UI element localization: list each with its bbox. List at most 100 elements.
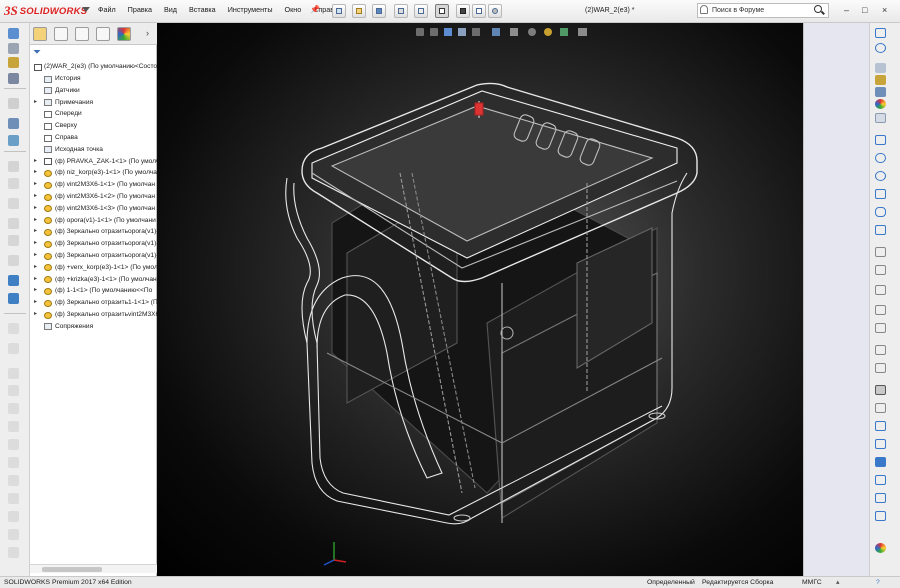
expand-icon[interactable]: ▸ — [34, 285, 37, 297]
smart-fasteners-icon[interactable] — [8, 135, 19, 146]
print-button[interactable] — [394, 4, 408, 18]
expand-icon[interactable]: ▸ — [34, 179, 37, 191]
file-explorer-icon[interactable] — [875, 87, 886, 97]
point-icon[interactable] — [875, 439, 886, 449]
centerline-icon[interactable] — [875, 421, 886, 431]
tree-item[interactable]: ▸ (ф) opora(v1)-1<1> (По умолчани — [30, 215, 157, 227]
sketch-circle-icon[interactable] — [875, 43, 886, 53]
menu-window[interactable]: Окно — [285, 5, 302, 14]
3d-model-view[interactable] — [157, 23, 803, 576]
reference-geometry-icon[interactable] — [8, 218, 19, 229]
tree-item[interactable]: ▸ (ф) PRAVKA_ZAK-1<1> (По умолч — [30, 156, 157, 168]
construction-geometry-icon[interactable] — [875, 493, 886, 503]
smart-dimension-icon[interactable] — [8, 28, 19, 39]
exploded-view-icon[interactable] — [8, 275, 19, 286]
expand-icon[interactable]: ▸ — [34, 250, 37, 262]
tree-item[interactable]: Исходная точка — [30, 144, 157, 156]
update-speedpak-icon[interactable] — [8, 323, 19, 334]
solidworks-logo[interactable]: 3S SOLIDWORKS — [4, 3, 87, 19]
undo-button[interactable] — [414, 4, 428, 18]
tool-icon-7[interactable] — [8, 475, 19, 486]
resources-icon[interactable] — [875, 63, 886, 73]
expand-icon[interactable]: ▸ — [34, 297, 37, 309]
menu-view[interactable]: Вид — [164, 5, 177, 14]
search-icon[interactable] — [814, 5, 822, 13]
tree-item[interactable]: ▸ (ф) Зеркально отразитьvint2M3X6 — [30, 309, 157, 321]
open-document-button[interactable] — [352, 4, 366, 18]
tab-configuration-manager[interactable] — [75, 27, 89, 41]
sketch-arc-icon[interactable] — [875, 171, 886, 181]
tree-item[interactable]: Сопряжения — [30, 321, 157, 333]
save-button[interactable] — [372, 4, 386, 18]
tree-item[interactable]: ▸ (ф) Зеркально отразитьopora(v1)- — [30, 250, 157, 262]
units-selector[interactable]: ММГС — [802, 577, 822, 588]
assembly-features-icon[interactable] — [8, 57, 19, 68]
horizontal-scrollbar[interactable] — [30, 564, 157, 573]
tool-icon-2[interactable] — [8, 385, 19, 396]
tool-icon-6[interactable] — [8, 457, 19, 468]
scrollbar-thumb[interactable] — [42, 567, 102, 572]
sketch-fillet-icon[interactable] — [875, 457, 886, 467]
tool-icon-10[interactable] — [8, 529, 19, 540]
sketch-spline-icon[interactable] — [875, 207, 886, 217]
convert-entities-icon[interactable] — [875, 265, 886, 275]
tool-icon-1[interactable] — [8, 368, 19, 379]
sketch-line-icon[interactable] — [875, 28, 886, 38]
tool-icon-5[interactable] — [8, 439, 19, 450]
tool-icon-11[interactable] — [8, 547, 19, 558]
move-entities-icon[interactable] — [875, 345, 886, 355]
sketch-text-icon[interactable] — [875, 225, 886, 235]
expand-icon[interactable]: ▸ — [34, 215, 37, 227]
offset-entities-icon[interactable] — [875, 285, 886, 295]
close-button[interactable]: × — [882, 5, 887, 15]
tree-item[interactable]: ▸ (ф) niz_korp(e3)-1<1> (По умолча — [30, 167, 157, 179]
expand-icon[interactable]: ▸ — [34, 309, 37, 321]
mate-icon[interactable] — [8, 73, 19, 84]
file-properties-button[interactable] — [472, 4, 486, 18]
new-document-button[interactable] — [332, 4, 346, 18]
expand-icon[interactable]: ▸ — [34, 226, 37, 238]
tree-item[interactable]: Сверху — [30, 120, 157, 132]
menu-tools[interactable]: Инструменты — [228, 5, 273, 14]
color-icon[interactable] — [875, 543, 886, 553]
instant3d-icon[interactable] — [8, 293, 19, 304]
sketch-chamfer-icon[interactable] — [875, 475, 886, 485]
display-relations-icon[interactable] — [875, 363, 886, 373]
take-snapshot-icon[interactable] — [8, 343, 19, 354]
tree-item[interactable]: Спереди — [30, 108, 157, 120]
tree-item[interactable]: Датчики — [30, 85, 157, 97]
sketch-slot-icon[interactable] — [875, 153, 886, 163]
expand-icon[interactable]: ▸ — [34, 262, 37, 274]
rebuild-button[interactable] — [456, 4, 470, 18]
tree-item[interactable]: ▸ (ф) +krizka(e3)-1<1> (По умолчан — [30, 274, 157, 286]
quick-snaps-icon[interactable] — [875, 403, 886, 413]
expand-icon[interactable]: ▸ — [34, 203, 37, 215]
tab-feature-manager[interactable] — [33, 27, 47, 41]
menu-edit[interactable]: Правка — [128, 5, 152, 14]
tree-item[interactable]: История — [30, 73, 157, 85]
new-motion-study-icon[interactable] — [8, 235, 19, 246]
select-button[interactable] — [435, 4, 449, 18]
units-chevron-icon[interactable]: ▴ — [836, 577, 839, 588]
tree-item[interactable]: ▸ (ф) 1-1<1> (По умолчанию<<По — [30, 285, 157, 297]
sketch-polygon-icon[interactable] — [875, 189, 886, 199]
tree-item[interactable]: ▸ (ф) Зеркально отразитьopora(v1)- — [30, 238, 157, 250]
pin-menu-icon[interactable]: 📌 — [310, 5, 320, 14]
tool-icon-8[interactable] — [8, 493, 19, 504]
expand-icon[interactable]: ▸ — [34, 156, 37, 168]
tree-item[interactable]: ▸ (ф) Зеркально отразитьopora(v1)- — [30, 226, 157, 238]
tab-property-manager[interactable] — [54, 27, 68, 41]
expand-icon[interactable]: ▸ — [34, 274, 37, 286]
insert-component-icon[interactable] — [8, 98, 19, 109]
graphics-area[interactable] — [157, 23, 803, 576]
tree-item[interactable]: ▸ (ф) vint2M3X6-1<3> (По умолчан — [30, 203, 157, 215]
minimize-button[interactable]: – — [844, 5, 849, 15]
tree-item[interactable]: ▸ (ф) vint2M3X6-1<2> (По умолчан — [30, 191, 157, 203]
linear-pattern-icon[interactable] — [8, 118, 19, 129]
show-hidden-icon[interactable] — [8, 178, 19, 189]
maximize-button[interactable]: □ — [862, 5, 867, 15]
plane-icon[interactable] — [875, 511, 886, 521]
assembly-icon[interactable] — [8, 198, 19, 209]
bill-of-materials-icon[interactable] — [8, 255, 19, 266]
tree-item[interactable]: ▸ (ф) Зеркально отразить1-1<1> (П — [30, 297, 157, 309]
